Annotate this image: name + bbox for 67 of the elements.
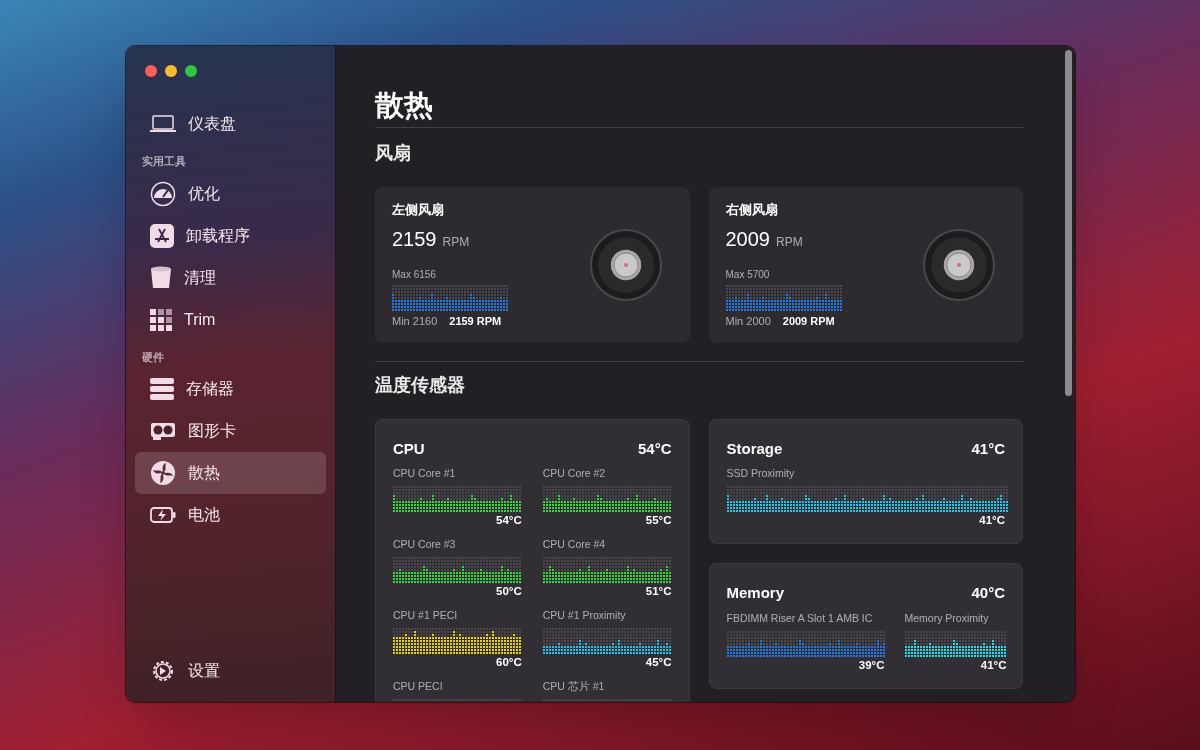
sensor-group-temp: 54°C [638, 438, 672, 459]
sensor-temp: 55°C [644, 513, 672, 529]
trash-bin-icon [150, 265, 172, 290]
sensor-name: CPU #1 PECI [393, 608, 459, 624]
zoom-window-icon[interactable] [185, 65, 197, 77]
sidebar-item[interactable]: 仪表盘 [135, 103, 326, 145]
sensor-name: CPU Core #3 [393, 537, 457, 553]
max-speed: Max 5700 [725, 267, 771, 282]
fan-name: 右侧风扇 [725, 201, 779, 220]
sensor-name: CPU #1 Proximity [542, 608, 627, 624]
sensor-name: CPU Core #1 [393, 466, 457, 482]
settings-icon [150, 658, 176, 684]
battery-charging-icon [150, 506, 176, 524]
fan-icon [150, 460, 176, 486]
sidebar-item[interactable]: 设置 [135, 650, 326, 692]
fan-name: 左侧风扇 [392, 201, 445, 220]
sensor-name: Memory Proximity [904, 610, 990, 626]
page-title: 散热 [375, 88, 1023, 128]
grid-icon [150, 308, 172, 331]
minimize-window-icon[interactable] [165, 65, 177, 77]
gauge-icon [150, 180, 176, 207]
sensor-temp: 60°C [495, 655, 522, 671]
sensor-temp: 54°C [495, 513, 522, 529]
app-store-icon [150, 223, 174, 248]
sidebar-item[interactable]: 卸载程序 [135, 214, 326, 257]
laptop-icon [150, 115, 176, 133]
scrollbar[interactable] [1065, 50, 1072, 396]
sensor-name: FBDIMM Riser A Slot 1 AMB IC [726, 610, 874, 626]
sensor-group-temp: 41°C [971, 438, 1005, 459]
sidebar-item[interactable]: 散热 [135, 452, 326, 494]
sensor-temp: 51°C [644, 584, 672, 600]
sidebar-item[interactable]: 清理 [135, 256, 326, 299]
sensor-name: CPU Core #2 [542, 466, 607, 482]
sidebar-item[interactable]: 优化 [135, 172, 326, 215]
close-window-icon[interactable] [145, 65, 157, 77]
graphics-card-icon [150, 421, 176, 441]
max-speed: Max 6156 [392, 267, 437, 282]
sensor-temp: 41°C [978, 513, 1005, 529]
min-speed: Min 2160 [392, 313, 438, 329]
sensor-name: CPU Core #4 [542, 537, 607, 553]
sensor-name: SSD Proximity [726, 466, 796, 482]
section-heading: 风扇 [375, 141, 412, 165]
speed-unit: RPM [442, 233, 470, 251]
current-speed: 2159 RPM [449, 313, 502, 329]
sensor-temp: 50°C [495, 584, 522, 600]
fan-speed: 2159 [392, 226, 437, 252]
speed-unit: RPM [776, 233, 803, 251]
sidebar-item[interactable]: Trim [135, 298, 326, 341]
sensor-name: CPU 芯片 #1 [542, 679, 606, 695]
sidebar-item[interactable]: 图形卡 [135, 410, 326, 452]
sensor-group-name: Memory [726, 583, 785, 604]
sensor-temp: 39°C [857, 657, 885, 673]
fan-speed: 2009 [725, 226, 770, 252]
current-speed: 2009 RPM [782, 313, 835, 329]
sensor-temp: 41°C [979, 657, 1007, 673]
sidebar-section-heading: 实用工具 [141, 154, 187, 169]
sensor-temp: 45°C [644, 655, 672, 671]
min-speed: Min 2000 [725, 313, 771, 329]
sensor-name: CPU PECI [393, 679, 444, 695]
sensor-group-temp: 40°C [971, 583, 1005, 604]
sidebar-item[interactable]: 电池 [135, 494, 326, 536]
sensor-group-name: CPU [393, 438, 425, 459]
sidebar-section-heading: 硬件 [141, 349, 165, 365]
server-icon [150, 378, 174, 400]
section-heading: 温度传感器 [375, 373, 466, 397]
sidebar-item[interactable]: 存储器 [135, 368, 326, 410]
sensor-group-name: Storage [726, 438, 783, 459]
